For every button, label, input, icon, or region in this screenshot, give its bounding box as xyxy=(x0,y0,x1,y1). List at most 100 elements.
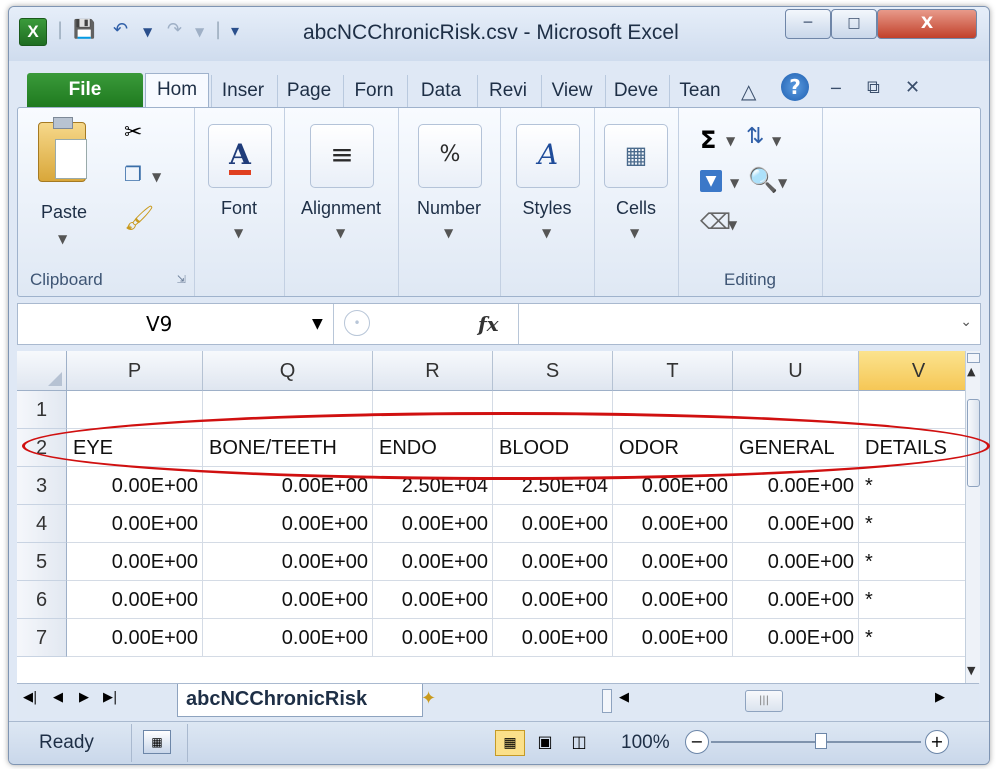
copy-dropdown-icon[interactable]: ▼ xyxy=(152,170,161,184)
table-cell[interactable]: 0.00E+00 xyxy=(67,505,203,543)
table-cell[interactable]: 0.00E+00 xyxy=(373,581,493,619)
macro-record-icon[interactable]: ▦ xyxy=(143,730,171,754)
alignment-icon[interactable]: ≡ xyxy=(310,124,374,188)
scroll-up-icon[interactable]: ▲ xyxy=(967,365,975,378)
page-layout-view-icon[interactable]: ▣ xyxy=(531,730,559,754)
styles-dropdown-icon[interactable]: ▼ xyxy=(542,226,551,240)
table-cell[interactable]: 0.00E+00 xyxy=(373,619,493,657)
tab-home[interactable]: Hom xyxy=(145,73,209,109)
insert-sheet-icon[interactable]: ✦ xyxy=(421,688,436,709)
column-header-p[interactable]: P xyxy=(67,351,203,391)
sort-filter-dropdown-icon[interactable]: ▼ xyxy=(772,134,781,148)
last-sheet-icon[interactable]: ▶| xyxy=(103,690,117,705)
table-cell[interactable]: 0.00E+00 xyxy=(733,581,859,619)
scroll-down-icon[interactable]: ▼ xyxy=(967,664,975,677)
excel-app-icon[interactable]: X xyxy=(19,18,47,46)
table-cell[interactable] xyxy=(373,391,493,429)
close-button[interactable]: X xyxy=(877,9,977,39)
insert-function-button[interactable]: fx xyxy=(478,304,499,344)
table-cell[interactable]: ODOR xyxy=(613,429,733,467)
name-box[interactable]: V9 ▼ xyxy=(18,304,334,344)
table-cell[interactable]: 0.00E+00 xyxy=(733,467,859,505)
cells-icon[interactable]: ▦ xyxy=(604,124,668,188)
alignment-button-label[interactable]: Alignment xyxy=(284,198,398,219)
prev-sheet-icon[interactable]: ◀ xyxy=(53,690,63,705)
tab-split-handle[interactable] xyxy=(602,689,612,713)
table-cell[interactable]: 0.00E+00 xyxy=(733,543,859,581)
table-cell[interactable]: 0.00E+00 xyxy=(67,467,203,505)
font-button-label[interactable]: Font xyxy=(194,198,284,219)
table-cell[interactable]: 0.00E+00 xyxy=(67,581,203,619)
styles-button-label[interactable]: Styles xyxy=(500,198,594,219)
paste-dropdown-icon[interactable]: ▼ xyxy=(58,232,67,246)
table-cell[interactable]: 0.00E+00 xyxy=(203,619,373,657)
zoom-slider-thumb[interactable] xyxy=(815,733,827,749)
table-cell[interactable] xyxy=(493,391,613,429)
tab-data[interactable]: Data xyxy=(407,75,474,107)
tab-review[interactable]: Revi xyxy=(477,75,538,107)
split-box[interactable] xyxy=(967,353,980,363)
row-header[interactable]: 5 xyxy=(17,543,67,581)
font-dropdown-icon[interactable]: ▼ xyxy=(234,226,243,240)
minimize-button[interactable]: ─ xyxy=(785,9,831,39)
sort-filter-icon[interactable]: ⇅ xyxy=(746,124,764,149)
row-header[interactable]: 6 xyxy=(17,581,67,619)
clear-icon[interactable]: ⌫ xyxy=(700,210,731,235)
column-header-u[interactable]: U xyxy=(733,351,859,391)
cells-dropdown-icon[interactable]: ▼ xyxy=(630,226,639,240)
table-cell[interactable]: 0.00E+00 xyxy=(67,543,203,581)
sheet-tab-active[interactable]: abcNCChronicRisk xyxy=(177,684,423,717)
fill-icon[interactable]: ▼ xyxy=(700,170,722,192)
table-cell[interactable]: 0.00E+00 xyxy=(493,581,613,619)
row-header[interactable]: 7 xyxy=(17,619,67,657)
number-button-label[interactable]: Number xyxy=(398,198,500,219)
tab-team[interactable]: Tean xyxy=(669,75,730,107)
row-header[interactable]: 2 xyxy=(17,429,67,467)
table-cell[interactable]: 0.00E+00 xyxy=(203,543,373,581)
table-cell[interactable]: 0.00E+00 xyxy=(613,543,733,581)
formula-input[interactable] xyxy=(518,304,981,344)
table-cell[interactable]: EYE xyxy=(67,429,203,467)
clear-dropdown-icon[interactable]: ▼ xyxy=(728,218,737,232)
table-cell[interactable]: * xyxy=(859,619,965,657)
autosum-icon[interactable]: Σ xyxy=(700,126,716,154)
workbook-close-icon[interactable]: ✕ xyxy=(905,77,920,98)
page-break-view-icon[interactable]: ◫ xyxy=(565,730,593,754)
format-painter-icon[interactable]: 🖌 xyxy=(124,204,154,232)
table-cell[interactable]: 0.00E+00 xyxy=(203,505,373,543)
column-header-t[interactable]: T xyxy=(613,351,733,391)
table-cell[interactable]: 0.00E+00 xyxy=(613,505,733,543)
table-cell[interactable]: 0.00E+00 xyxy=(733,505,859,543)
formula-bar-handle-icon[interactable]: • xyxy=(344,310,370,336)
table-cell[interactable]: GENERAL xyxy=(733,429,859,467)
table-cell[interactable] xyxy=(859,391,965,429)
column-header-q[interactable]: Q xyxy=(203,351,373,391)
vertical-scroll-thumb[interactable] xyxy=(967,399,980,487)
scroll-right-icon[interactable]: ▶ xyxy=(935,690,945,705)
table-cell[interactable]: 0.00E+00 xyxy=(613,619,733,657)
table-cell[interactable]: 0.00E+00 xyxy=(203,581,373,619)
fill-dropdown-icon[interactable]: ▼ xyxy=(730,176,739,190)
redo-icon[interactable]: ↷ xyxy=(167,19,182,40)
tab-file[interactable]: File xyxy=(27,73,143,107)
table-cell[interactable]: BLOOD xyxy=(493,429,613,467)
table-cell[interactable]: 0.00E+00 xyxy=(733,619,859,657)
row-header[interactable]: 3 xyxy=(17,467,67,505)
table-cell[interactable]: DETAILS xyxy=(859,429,965,467)
dialog-launcher-icon[interactable]: ⇲ xyxy=(177,273,186,286)
table-cell[interactable]: 0.00E+00 xyxy=(493,619,613,657)
table-cell[interactable]: 2.50E+04 xyxy=(493,467,613,505)
table-cell[interactable]: * xyxy=(859,467,965,505)
table-cell[interactable]: 0.00E+00 xyxy=(373,505,493,543)
select-all-corner[interactable] xyxy=(17,351,67,391)
customize-quick-access-icon[interactable]: ▾ xyxy=(231,21,239,40)
horizontal-scroll-thumb[interactable]: ||| xyxy=(745,690,783,712)
table-cell[interactable] xyxy=(733,391,859,429)
table-cell[interactable]: * xyxy=(859,581,965,619)
row-header[interactable]: 4 xyxy=(17,505,67,543)
percent-icon[interactable]: % xyxy=(418,124,482,188)
table-cell[interactable] xyxy=(203,391,373,429)
row-header[interactable]: 1 xyxy=(17,391,67,429)
expand-formula-bar-icon[interactable]: ⌄ xyxy=(960,314,972,330)
find-select-dropdown-icon[interactable]: ▼ xyxy=(778,176,787,190)
